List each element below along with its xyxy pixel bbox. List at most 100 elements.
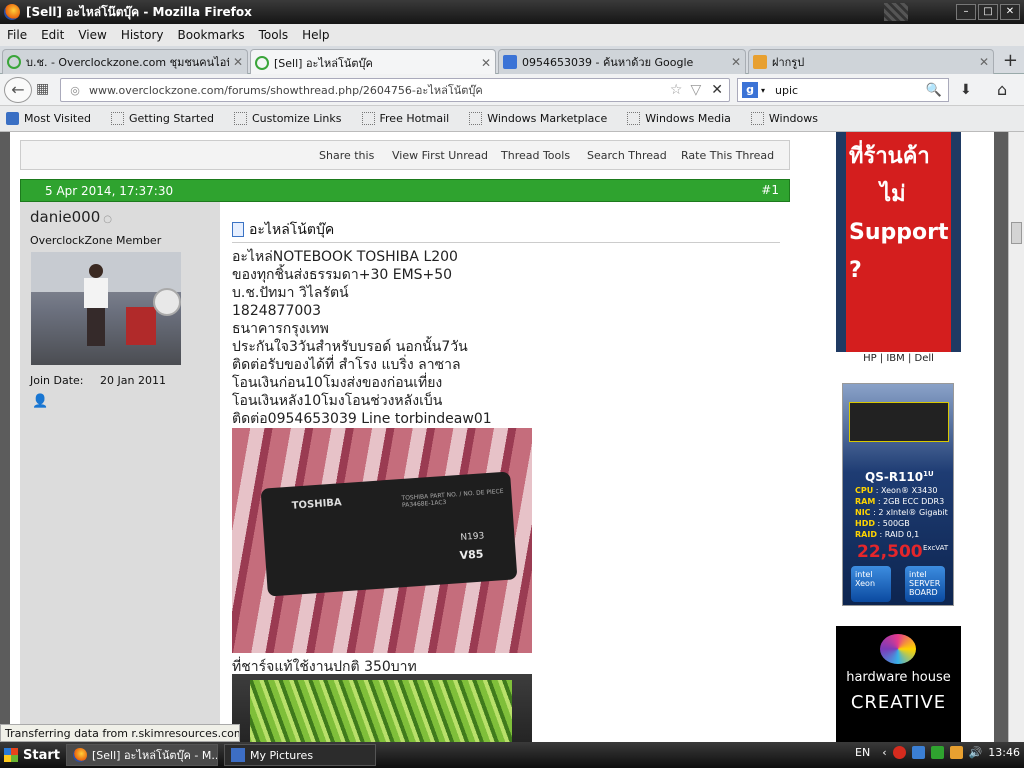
avatar-objects [126, 307, 156, 345]
window-pattern [884, 3, 908, 21]
vpn-icon[interactable] [930, 746, 944, 759]
laptop-screen [250, 680, 512, 742]
start-label: Start [23, 747, 60, 763]
search-input[interactable]: upic [775, 84, 926, 97]
post-line: ธนาคารกรุงเทพ [232, 321, 329, 337]
bookmark-free-hotmail[interactable]: Free Hotmail [356, 112, 449, 125]
network-icon[interactable] [911, 746, 925, 759]
user-title: OverclockZone Member [30, 234, 162, 247]
search-icon[interactable]: 🔍 [926, 83, 942, 98]
dropdown-icon[interactable]: ▽ [690, 82, 701, 98]
spec-key: RAID [855, 530, 877, 539]
ad-creative-banner[interactable]: hardware house CREATIVE [836, 626, 961, 742]
bookmark-windows[interactable]: Windows [745, 112, 818, 125]
ad-server-banner[interactable]: QS-R1101U CPU : Xeon® X3430 RAM : 2GB EC… [842, 383, 954, 606]
post-line: โอนเงินก่อน10โมงส่งของก่อนเที่ยง [232, 375, 443, 391]
avatar-head [89, 264, 103, 278]
laptop-photo[interactable] [232, 674, 532, 742]
adapter-photo[interactable]: TOSHIBA TOSHIBA PART NO. / NO. DE PIECE … [232, 428, 532, 653]
menu-view[interactable]: View [71, 28, 113, 42]
adapter-model: V85 [459, 547, 484, 563]
ad-sidebar: ที่ร้านค้า ไม่ Support ? HP | IBM | Dell… [808, 132, 994, 742]
menu-tools[interactable]: Tools [252, 28, 296, 42]
menu-help[interactable]: Help [295, 28, 336, 42]
hardware-house-logo [880, 634, 916, 664]
bookmark-star-icon[interactable]: ☆ [670, 82, 683, 98]
maximize-button[interactable]: □ [978, 4, 998, 20]
stop-icon[interactable]: ✕ [711, 82, 723, 98]
tab-groups-icon[interactable]: ▦ [36, 81, 56, 99]
taskbar-my-pictures[interactable]: My Pictures [224, 744, 376, 766]
status-bar: Transferring data from r.skimresources.c… [0, 724, 240, 742]
search-box[interactable]: g ▾ upic 🔍 [737, 78, 949, 102]
post-number[interactable]: #1 [761, 183, 779, 197]
firefox-icon [73, 748, 87, 762]
tab-sell[interactable]: [Sell] อะไหล่โน้ตบุ๊ค ✕ [250, 49, 496, 75]
spec-key: HDD [855, 519, 875, 528]
home-icon[interactable]: ⌂ [997, 80, 1007, 99]
spec-value: 2 xIntel® Gigabit [878, 508, 948, 517]
bookmark-windows-marketplace[interactable]: Windows Marketplace [463, 112, 607, 125]
back-button[interactable]: ← [4, 77, 32, 103]
menu-file[interactable]: File [0, 28, 34, 42]
scrollbar-thumb[interactable] [1011, 222, 1022, 244]
close-tab-icon[interactable]: ✕ [731, 55, 741, 69]
security-icon[interactable] [892, 746, 906, 759]
bookmark-customize-links[interactable]: Customize Links [228, 112, 342, 125]
document-icon [232, 222, 244, 237]
rate-thread-link[interactable]: Rate This Thread [681, 149, 774, 162]
app-tray-icon[interactable] [949, 746, 963, 759]
close-tab-icon[interactable]: ✕ [481, 56, 491, 70]
bookmark-most-visited[interactable]: Most Visited [0, 112, 91, 125]
post-title: อะไหล่โน้ตบุ๊ค [232, 217, 780, 243]
volume-icon[interactable]: 🔊 [969, 746, 983, 759]
post-body: อะไหล่NOTEBOOK TOSHIBA L200 ของทุกชิ้นส่… [232, 248, 492, 428]
tab-overclockzone[interactable]: บ.ช. - Overclockzone.com ชุมชนคนไอที ...… [2, 49, 248, 74]
close-tab-icon[interactable]: ✕ [979, 55, 989, 69]
start-button[interactable]: Start [0, 743, 60, 767]
menu-history[interactable]: History [114, 28, 171, 42]
share-this-link[interactable]: Share this [319, 149, 374, 162]
spec-line: HDD : 500GB [855, 519, 910, 528]
spec-line: NIC : 2 xIntel® Gigabit [855, 508, 948, 517]
username-text[interactable]: danie000 [30, 208, 100, 226]
language-indicator[interactable]: EN [855, 746, 870, 759]
tab-label: ฝากรูป [772, 56, 805, 69]
username[interactable]: danie000 ○ [30, 208, 112, 226]
bookmark-windows-media[interactable]: Windows Media [621, 112, 731, 125]
page-icon [469, 112, 483, 125]
engine-dropdown-icon[interactable]: ▾ [761, 86, 765, 95]
ad-brand-text: hardware house [846, 670, 951, 685]
bookmark-getting-started[interactable]: Getting Started [105, 112, 214, 125]
url-text[interactable]: www.overclockzone.com/forums/showthread.… [89, 81, 666, 99]
avatar[interactable] [31, 252, 181, 365]
menu-edit[interactable]: Edit [34, 28, 71, 42]
thread-tools-link[interactable]: Thread Tools [501, 149, 570, 162]
minimize-button[interactable]: – [956, 4, 976, 20]
clock[interactable]: 13:46 [988, 746, 1020, 759]
bookmark-label: Windows Marketplace [487, 112, 608, 125]
download-icon[interactable]: ⬇ [960, 82, 972, 98]
close-tab-icon[interactable]: ✕ [233, 55, 243, 69]
url-bar[interactable]: ◎ www.overclockzone.com/forums/showthrea… [60, 78, 730, 102]
avatar-legs [87, 308, 105, 346]
tab-google[interactable]: 0954653039 - ค้นหาด้วย Google ✕ [498, 49, 746, 74]
google-engine-icon[interactable]: g [742, 82, 758, 98]
tab-label: บ.ช. - Overclockzone.com ชุมชนคนไอที ... [26, 56, 229, 69]
bookmark-label: Customize Links [252, 112, 342, 125]
spec-line: RAM : 2GB ECC DDR3 [855, 497, 945, 506]
close-button[interactable]: ✕ [1000, 4, 1020, 20]
page-icon [750, 112, 764, 125]
tray-expand-icon[interactable]: ‹ [882, 746, 886, 759]
menu-bookmarks[interactable]: Bookmarks [171, 28, 252, 42]
new-tab-button[interactable]: + [1003, 50, 1018, 71]
taskbar-firefox[interactable]: [Sell] อะไหล่โน้ตบุ๊ค - M... [66, 744, 218, 766]
ad-caption[interactable]: HP | IBM | Dell [836, 353, 961, 364]
search-thread-link[interactable]: Search Thread [587, 149, 667, 162]
spec-line: RAID : RAID 0,1 [855, 530, 920, 539]
view-first-unread-link[interactable]: View First Unread [392, 149, 488, 162]
tab-upload[interactable]: ฝากรูป ✕ [748, 49, 994, 74]
globe-icon: ◎ [70, 83, 80, 97]
vertical-scrollbar[interactable] [1008, 132, 1024, 742]
ad-support-banner[interactable]: ที่ร้านค้า ไม่ Support ? [836, 132, 961, 352]
